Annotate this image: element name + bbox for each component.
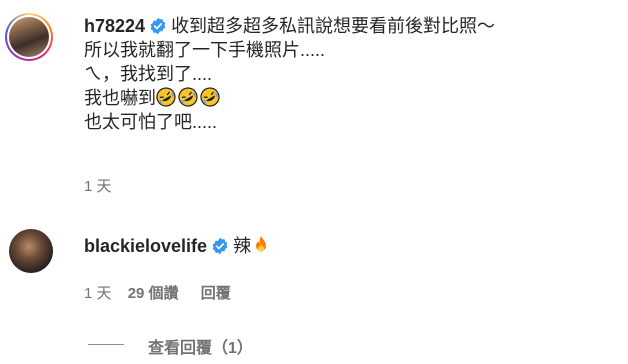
avatar-border xyxy=(7,15,51,59)
comment-1: h78224 收到超多超多私訊說想要看前後對比照～ 所以我就翻了一下手機照片...… xyxy=(84,14,495,134)
comment-2-text: 辣 xyxy=(233,236,252,256)
verified-badge-icon xyxy=(212,237,228,255)
avatar-h78224[interactable] xyxy=(5,13,53,61)
avatar-photo xyxy=(9,17,49,57)
comment-1-text-line-2: 所以我就翻了一下手機照片..... xyxy=(84,40,326,60)
comment-1-text-line-3: ㄟ，我找到了.... xyxy=(84,64,213,84)
rolling-on-floor-laughing-icon xyxy=(178,87,198,107)
comment-2-meta: 1 天 29 個讚 回覆 xyxy=(84,282,231,303)
rolling-on-floor-laughing-icon xyxy=(156,87,176,107)
view-replies-button[interactable]: 查看回覆（1） xyxy=(148,334,253,358)
comment-2: blackielovelife 辣 xyxy=(84,234,269,258)
comment-1-line-1: h78224 收到超多超多私訊說想要看前後對比照～ xyxy=(84,14,495,38)
comment-2-line-1: blackielovelife 辣 xyxy=(84,234,269,258)
username-h78224[interactable]: h78224 xyxy=(84,16,145,36)
comment-1-text-line-1: 收到超多超多私訊說想要看前後對比照～ xyxy=(171,16,496,36)
rolling-on-floor-laughing-icon xyxy=(200,87,220,107)
username-blackielovelife[interactable]: blackielovelife xyxy=(84,236,207,256)
comment-2-likes[interactable]: 29 個讚 xyxy=(128,285,179,302)
replies-divider xyxy=(88,344,124,345)
avatar-blackielovelife[interactable] xyxy=(9,229,53,273)
comment-2-timestamp[interactable]: 1 天 xyxy=(84,285,112,302)
comment-1-text-line-4: 我也嚇到 xyxy=(84,88,156,108)
comment-1-text-line-5: 也太可怕了吧..... xyxy=(84,112,218,132)
comment-1-timestamp[interactable]: 1 天 xyxy=(84,175,112,196)
verified-badge-icon xyxy=(150,17,166,35)
reply-button[interactable]: 回覆 xyxy=(201,285,231,302)
comment-1-line-4: 我也嚇到 xyxy=(84,86,495,110)
fire-icon xyxy=(256,236,267,252)
